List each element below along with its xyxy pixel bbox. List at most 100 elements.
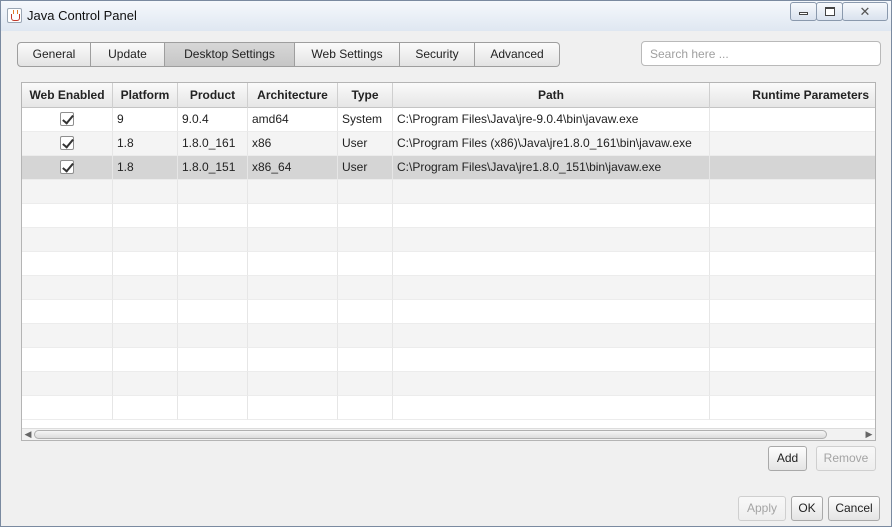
path-cell[interactable]: C:\Program Files (x86)\Java\jre1.8.0_161…: [393, 132, 710, 156]
column-header-runtime-parameters[interactable]: Runtime Parameters: [710, 83, 875, 108]
tab-bar: General Update Desktop Settings Web Sett…: [17, 42, 560, 67]
empty-cell: [393, 300, 710, 324]
scroll-right-arrow-icon[interactable]: ▶: [863, 429, 875, 440]
empty-cell: [113, 252, 178, 276]
empty-cell: [393, 228, 710, 252]
empty-table-row: [22, 228, 875, 252]
empty-cell: [393, 372, 710, 396]
table-body: 9 9.0.4 amd64 System C:\Program Files\Ja…: [22, 108, 875, 180]
empty-table-row: [22, 324, 875, 348]
empty-cell: [22, 324, 113, 348]
empty-cell: [710, 300, 875, 324]
architecture-cell: amd64: [248, 108, 338, 132]
web-enabled-cell[interactable]: [22, 156, 113, 180]
web-enabled-checkbox[interactable]: [60, 160, 74, 174]
empty-cell: [178, 204, 248, 228]
empty-rows: [22, 180, 875, 420]
empty-cell: [248, 180, 338, 204]
empty-cell: [710, 180, 875, 204]
empty-cell: [248, 324, 338, 348]
web-enabled-checkbox[interactable]: [60, 112, 74, 126]
empty-table-row: [22, 252, 875, 276]
runtime-parameters-cell[interactable]: [710, 108, 875, 132]
empty-cell: [710, 372, 875, 396]
platform-cell: 1.8: [113, 132, 178, 156]
column-header-web-enabled[interactable]: Web Enabled: [22, 83, 113, 108]
empty-cell: [338, 372, 393, 396]
empty-cell: [178, 372, 248, 396]
scrollbar-thumb[interactable]: [34, 430, 827, 439]
path-cell[interactable]: C:\Program Files\Java\jre-9.0.4\bin\java…: [393, 108, 710, 132]
empty-cell: [178, 300, 248, 324]
path-cell[interactable]: C:\Program Files\Java\jre1.8.0_151\bin\j…: [393, 156, 710, 180]
maximize-icon: [825, 7, 835, 16]
empty-cell: [338, 300, 393, 324]
empty-cell: [338, 396, 393, 420]
empty-table-row: [22, 276, 875, 300]
close-button[interactable]: ✕: [842, 2, 888, 21]
minimize-button[interactable]: [790, 2, 817, 21]
runtime-parameters-cell[interactable]: [710, 156, 875, 180]
column-header-path[interactable]: Path: [393, 83, 710, 108]
apply-button[interactable]: Apply: [738, 496, 786, 521]
close-icon: ✕: [859, 4, 871, 19]
empty-cell: [178, 396, 248, 420]
empty-cell: [710, 348, 875, 372]
column-header-type[interactable]: Type: [338, 83, 393, 108]
empty-cell: [338, 180, 393, 204]
web-enabled-checkbox[interactable]: [60, 136, 74, 150]
empty-cell: [248, 372, 338, 396]
empty-cell: [22, 252, 113, 276]
tab-general[interactable]: General: [17, 42, 91, 67]
title-bar[interactable]: Java Control Panel ✕: [1, 1, 891, 31]
runtime-parameters-cell[interactable]: [710, 132, 875, 156]
scroll-left-arrow-icon[interactable]: ◀: [22, 429, 34, 440]
add-button[interactable]: Add: [768, 446, 807, 471]
empty-cell: [113, 204, 178, 228]
empty-table-row: [22, 204, 875, 228]
empty-cell: [393, 348, 710, 372]
cancel-button[interactable]: Cancel: [828, 496, 880, 521]
web-enabled-cell[interactable]: [22, 108, 113, 132]
tab-security[interactable]: Security: [400, 42, 475, 67]
empty-cell: [113, 300, 178, 324]
search-input[interactable]: [641, 41, 881, 66]
table-row[interactable]: 1.8 1.8.0_161 x86 User C:\Program Files …: [22, 132, 875, 156]
empty-table-row: [22, 348, 875, 372]
empty-cell: [22, 396, 113, 420]
column-header-product[interactable]: Product: [178, 83, 248, 108]
tab-desktop-settings[interactable]: Desktop Settings: [165, 42, 295, 67]
column-header-architecture[interactable]: Architecture: [248, 83, 338, 108]
empty-table-row: [22, 396, 875, 420]
remove-button[interactable]: Remove: [816, 446, 876, 471]
jre-table: Web Enabled Platform Product Architectur…: [21, 82, 876, 441]
empty-cell: [393, 180, 710, 204]
tab-web-settings[interactable]: Web Settings: [295, 42, 400, 67]
type-cell: User: [338, 132, 393, 156]
empty-cell: [393, 276, 710, 300]
tab-advanced[interactable]: Advanced: [475, 42, 560, 67]
empty-cell: [338, 204, 393, 228]
ok-button[interactable]: OK: [791, 496, 823, 521]
empty-cell: [113, 396, 178, 420]
table-row-selected[interactable]: 1.8 1.8.0_151 x86_64 User C:\Program Fil…: [22, 156, 875, 180]
empty-cell: [22, 372, 113, 396]
empty-cell: [22, 204, 113, 228]
empty-cell: [710, 276, 875, 300]
column-header-platform[interactable]: Platform: [113, 83, 178, 108]
horizontal-scrollbar[interactable]: ◀ ▶: [22, 428, 875, 440]
empty-cell: [113, 372, 178, 396]
empty-cell: [178, 180, 248, 204]
architecture-cell: x86: [248, 132, 338, 156]
empty-cell: [338, 348, 393, 372]
empty-cell: [178, 324, 248, 348]
maximize-button[interactable]: [816, 2, 843, 21]
empty-cell: [178, 228, 248, 252]
web-enabled-cell[interactable]: [22, 132, 113, 156]
empty-cell: [113, 324, 178, 348]
empty-cell: [22, 276, 113, 300]
tab-update[interactable]: Update: [91, 42, 165, 67]
empty-cell: [248, 300, 338, 324]
empty-cell: [710, 396, 875, 420]
table-row[interactable]: 9 9.0.4 amd64 System C:\Program Files\Ja…: [22, 108, 875, 132]
